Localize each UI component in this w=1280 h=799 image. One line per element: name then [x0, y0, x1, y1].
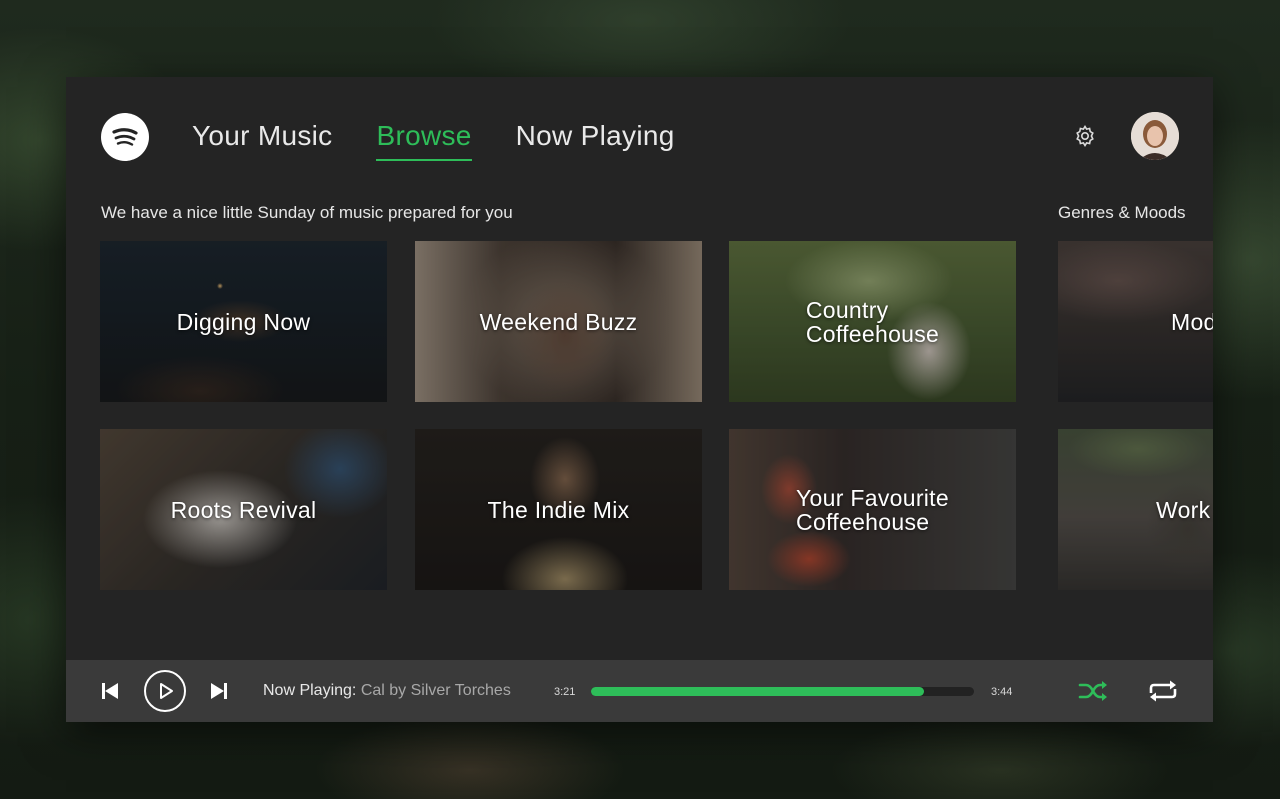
tile-label: Roots Revival: [170, 496, 317, 523]
genres-moods-title: Genres & Moods: [1058, 203, 1186, 222]
playlist-tile-digging-now[interactable]: Digging Now: [100, 241, 387, 402]
user-avatar[interactable]: [1131, 112, 1179, 160]
player-bar: Now Playing: Cal by Silver Torches 3:21 …: [66, 660, 1213, 722]
tile-label: Mod: [1171, 308, 1213, 335]
genre-tile-mood[interactable]: Mod: [1058, 241, 1213, 402]
tile-label: Work: [1156, 496, 1211, 523]
progress-fill: [591, 687, 925, 696]
skip-next-icon[interactable]: [209, 681, 229, 701]
playlist-tile-your-favourite-coffeehouse[interactable]: Your Favourite Coffeehouse: [729, 429, 1016, 590]
progress-bar[interactable]: [591, 687, 974, 696]
playlist-tile-country-coffeehouse[interactable]: Country Coffeehouse: [729, 241, 1016, 402]
tab-browse[interactable]: Browse: [376, 117, 472, 161]
tile-label: Country Coffeehouse: [805, 296, 940, 347]
main-nav: Your Music Browse Now Playing: [192, 117, 719, 161]
tile-label: Digging Now: [176, 308, 311, 335]
tab-your-music[interactable]: Your Music: [192, 117, 332, 159]
shuffle-icon[interactable]: [1078, 678, 1108, 704]
current-time: 3:21: [554, 686, 576, 698]
section-title: We have a nice little Sunday of music pr…: [101, 203, 513, 222]
tile-label: Your Favourite Coffeehouse: [796, 484, 949, 535]
playlist-tile-roots-revival[interactable]: Roots Revival: [100, 429, 387, 590]
tile-label: Weekend Buzz: [479, 308, 638, 335]
play-icon[interactable]: [144, 670, 186, 712]
total-time: 3:44: [991, 686, 1013, 698]
playlist-tile-weekend-buzz[interactable]: Weekend Buzz: [415, 241, 702, 402]
repeat-icon[interactable]: [1146, 678, 1180, 704]
now-playing-label: Now Playing:: [263, 682, 357, 699]
skip-previous-icon[interactable]: [100, 681, 120, 701]
spotify-logo-icon[interactable]: [101, 113, 149, 161]
avatar-portrait-icon: [1131, 112, 1179, 160]
gear-icon[interactable]: [1073, 124, 1097, 148]
genre-tile-work[interactable]: Work: [1058, 429, 1213, 590]
music-app-window: Your Music Browse Now Playing We have a …: [66, 77, 1213, 722]
now-playing-text: Now Playing: Cal by Silver Torches: [263, 682, 511, 700]
tile-label: The Indie Mix: [487, 496, 630, 523]
spotify-waves-icon: [112, 128, 138, 146]
tab-now-playing[interactable]: Now Playing: [516, 117, 675, 159]
playlist-tile-indie-mix[interactable]: The Indie Mix: [415, 429, 702, 590]
track-title: Cal by Silver Torches: [360, 682, 511, 699]
